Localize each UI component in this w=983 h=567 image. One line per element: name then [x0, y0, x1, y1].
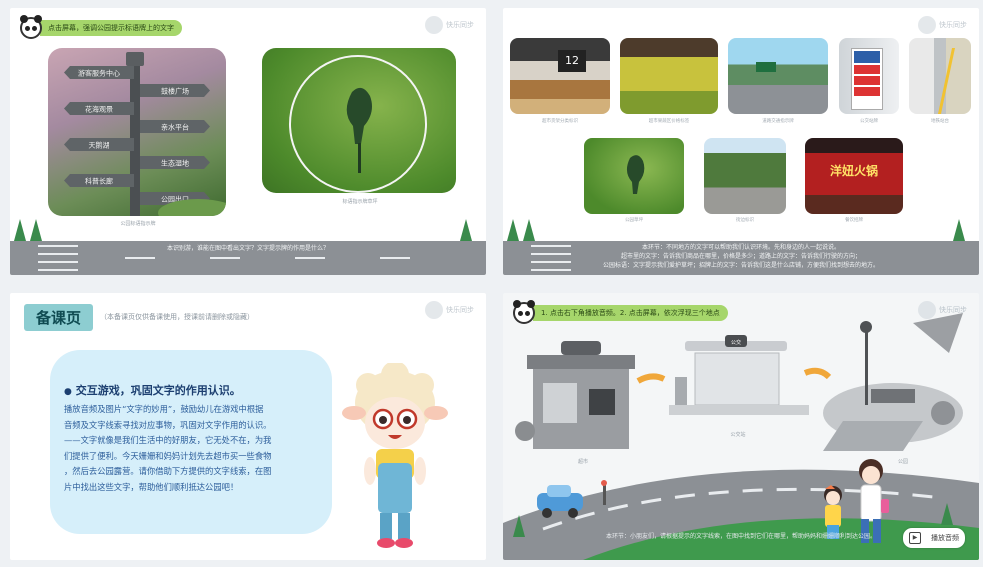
bus-sign-text: 公交: [731, 339, 741, 346]
signpost-illustration: 游客服务中心鼓楼广场花海观景亲水平台天鹅湖生态湿地科普长廊公园出口: [64, 52, 226, 216]
brand-logo: 快乐同步: [425, 16, 474, 34]
tree-icon: [460, 219, 472, 246]
play-audio-label: 播放音频: [931, 534, 959, 542]
sign-board-label: 科普长廊: [85, 177, 113, 186]
thumb-caption: 地铁站台: [931, 119, 949, 124]
instruction-tag: 点击屏幕，强调公园提示标语牌上的文字: [20, 15, 182, 39]
note-line-1: 本环节：不同地方的文字可以帮助我们认识环境。先和身边的人一起说说。: [641, 244, 840, 251]
note-line-3: 公园标语：文字提示我们爱护草坪；招牌上的文字：告诉我们这是什么店铺，方便我们找到…: [602, 262, 879, 269]
sign-board-label: 游客服务中心: [78, 69, 120, 78]
page-title: 备课页: [24, 304, 94, 331]
map-scene[interactable]: 超市 公交 公交站 公园: [503, 293, 979, 560]
thumb-lawn-sign[interactable]: [584, 138, 684, 214]
caption-right: 标语指示牌草坪: [342, 199, 378, 205]
panda-icon: [20, 15, 42, 39]
brand-logo: 快乐同步: [918, 16, 967, 34]
note-line-2: 超市里的文字：告诉我们商品在哪里，价格是多少；道路上的文字：告诉我们行驶的方向；: [620, 253, 861, 260]
bottom-note: 本识别游，谁能在图中看出文字？文字提示牌的作用是什么？: [166, 245, 329, 252]
road: 本环节：不同地方的文字可以帮助我们认识环境。先和身边的人一起说说。 超市里的文字…: [503, 241, 979, 275]
highway-sign-board: [756, 62, 776, 72]
caption-left: 公园标语指示牌: [120, 221, 156, 227]
thumb-caption: 公园草坪: [625, 218, 643, 223]
lawn-sign-photo[interactable]: [262, 48, 456, 193]
thumb-caption: 超市货架分类标识: [542, 119, 578, 124]
thumb-subway-platform[interactable]: [909, 38, 971, 114]
bus-stop[interactable]: [669, 335, 809, 415]
traffic-light-icon: [603, 485, 606, 505]
place-label-supermarket: 超市: [578, 458, 588, 465]
thumb-street[interactable]: [704, 138, 786, 214]
card-line-5: ，然后去公园露营。请你借助下方提供的文字线索，在图: [64, 466, 272, 476]
supermarket-building[interactable]: [515, 341, 635, 449]
play-audio-button[interactable]: ▶ 播放音频: [903, 528, 965, 548]
card-line-6: 片中找出这些文字，帮助他们顺利抵达公园吧！: [64, 481, 239, 492]
tree-icon: [14, 219, 26, 246]
park-area[interactable]: [823, 313, 963, 451]
thumb-caption: 超市果蔬区价格标签: [648, 119, 690, 124]
sign-board-label: 花海观景: [85, 105, 113, 114]
tree-icon: [30, 219, 42, 246]
thumb-produce-section[interactable]: [620, 38, 718, 114]
header-note: （本备课页仅供备课使用，授课前请删除或隐藏）: [100, 313, 254, 321]
thumb-caption: 公交站牌: [860, 119, 878, 124]
card-line-1: 播放音频及图片“文字的妙用”，鼓励幼儿在游戏中根据: [64, 404, 264, 414]
arrow-icon: [803, 367, 832, 380]
tree-icon: [523, 219, 535, 246]
place-label-park: 公园: [898, 459, 908, 465]
instruction-text: 点击屏幕，强调公园提示标语牌上的文字: [40, 20, 182, 36]
storefront-sign-text: 洋妞火锅: [829, 164, 878, 178]
thumb-highway-sign[interactable]: [728, 38, 828, 114]
slide-3-lesson-prep[interactable]: 备课页 （本备课页仅供备课使用，授课前请删除或隐藏） 快乐同步 ● 交互游戏，巩…: [10, 293, 486, 560]
sign-board-label: 亲水平台: [161, 123, 189, 132]
sign-board-label: 生态湿地: [161, 159, 189, 168]
thumb-hotpot-storefront[interactable]: 洋妞火锅: [805, 138, 903, 214]
tree-icon: [507, 219, 519, 246]
thumb-bus-stop-sign[interactable]: [839, 38, 899, 114]
sign-board-label: 鼓楼广场: [161, 87, 189, 96]
road: 本识别游，谁能在图中看出文字？文字提示牌的作用是什么？: [10, 241, 486, 275]
slide-4-map-game[interactable]: 1. 点击右下角播放音频。2. 点击屏幕，依次浮现三个地点 快乐同步 超市 公交…: [503, 293, 979, 560]
logo-icon: [918, 16, 936, 34]
lawn-sign-mini: [626, 155, 645, 194]
lesson-card: ● 交互游戏，巩固文字的作用认识。 播放音频及图片“文字的妙用”，鼓励幼儿在游戏…: [50, 350, 332, 534]
card-line-4: 们提供了便利。今天姗姗和妈妈计划先去超市买一些食物: [64, 450, 272, 461]
card-title: ● 交互游戏，巩固文字的作用认识。: [64, 384, 241, 397]
logo-icon: [425, 301, 443, 319]
play-icon: ▶: [909, 532, 921, 544]
arrow-icon: [636, 373, 666, 384]
thumb-caption: 餐饮招牌: [845, 218, 863, 223]
slide-2-word-gallery[interactable]: 快乐同步 12 超市货架分类标识 超市果蔬区价格标签 道路交通指示牌 公交站牌 …: [503, 8, 979, 275]
card-line-3: ——文字就像是我们生活中的好朋友，它无处不在，为我: [64, 435, 272, 445]
sheep-girl-character: [342, 363, 448, 548]
lawn-illustration: [289, 55, 427, 193]
traffic-light-lamp: [601, 480, 607, 486]
tree-icon: [953, 219, 965, 246]
brand-logo: 快乐同步: [425, 301, 474, 319]
logo-icon: [425, 16, 443, 34]
aisle-number: 12: [558, 50, 586, 72]
card-line-2: 音频及文字线索寻找对应事物，巩固对文字作用的认识。: [64, 419, 272, 430]
thumb-caption: 街边标识: [736, 218, 754, 223]
thumb-caption: 道路交通指示牌: [762, 119, 794, 124]
sign-board-label: 天鹅湖: [89, 141, 110, 150]
slide-1-park-signs[interactable]: 点击屏幕，强调公园提示标语牌上的文字 快乐同步 游客服务中心鼓楼广场花海观景亲水…: [10, 8, 486, 275]
thumb-supermarket-aisle[interactable]: 12: [510, 38, 610, 114]
signpost-photo[interactable]: 游客服务中心 鼓楼广场 花海观景 亲水平台 天鹅湖 生态湿地 科普长廊 公园出口: [48, 48, 226, 216]
place-label-bus-stop: 公交站: [730, 431, 745, 438]
